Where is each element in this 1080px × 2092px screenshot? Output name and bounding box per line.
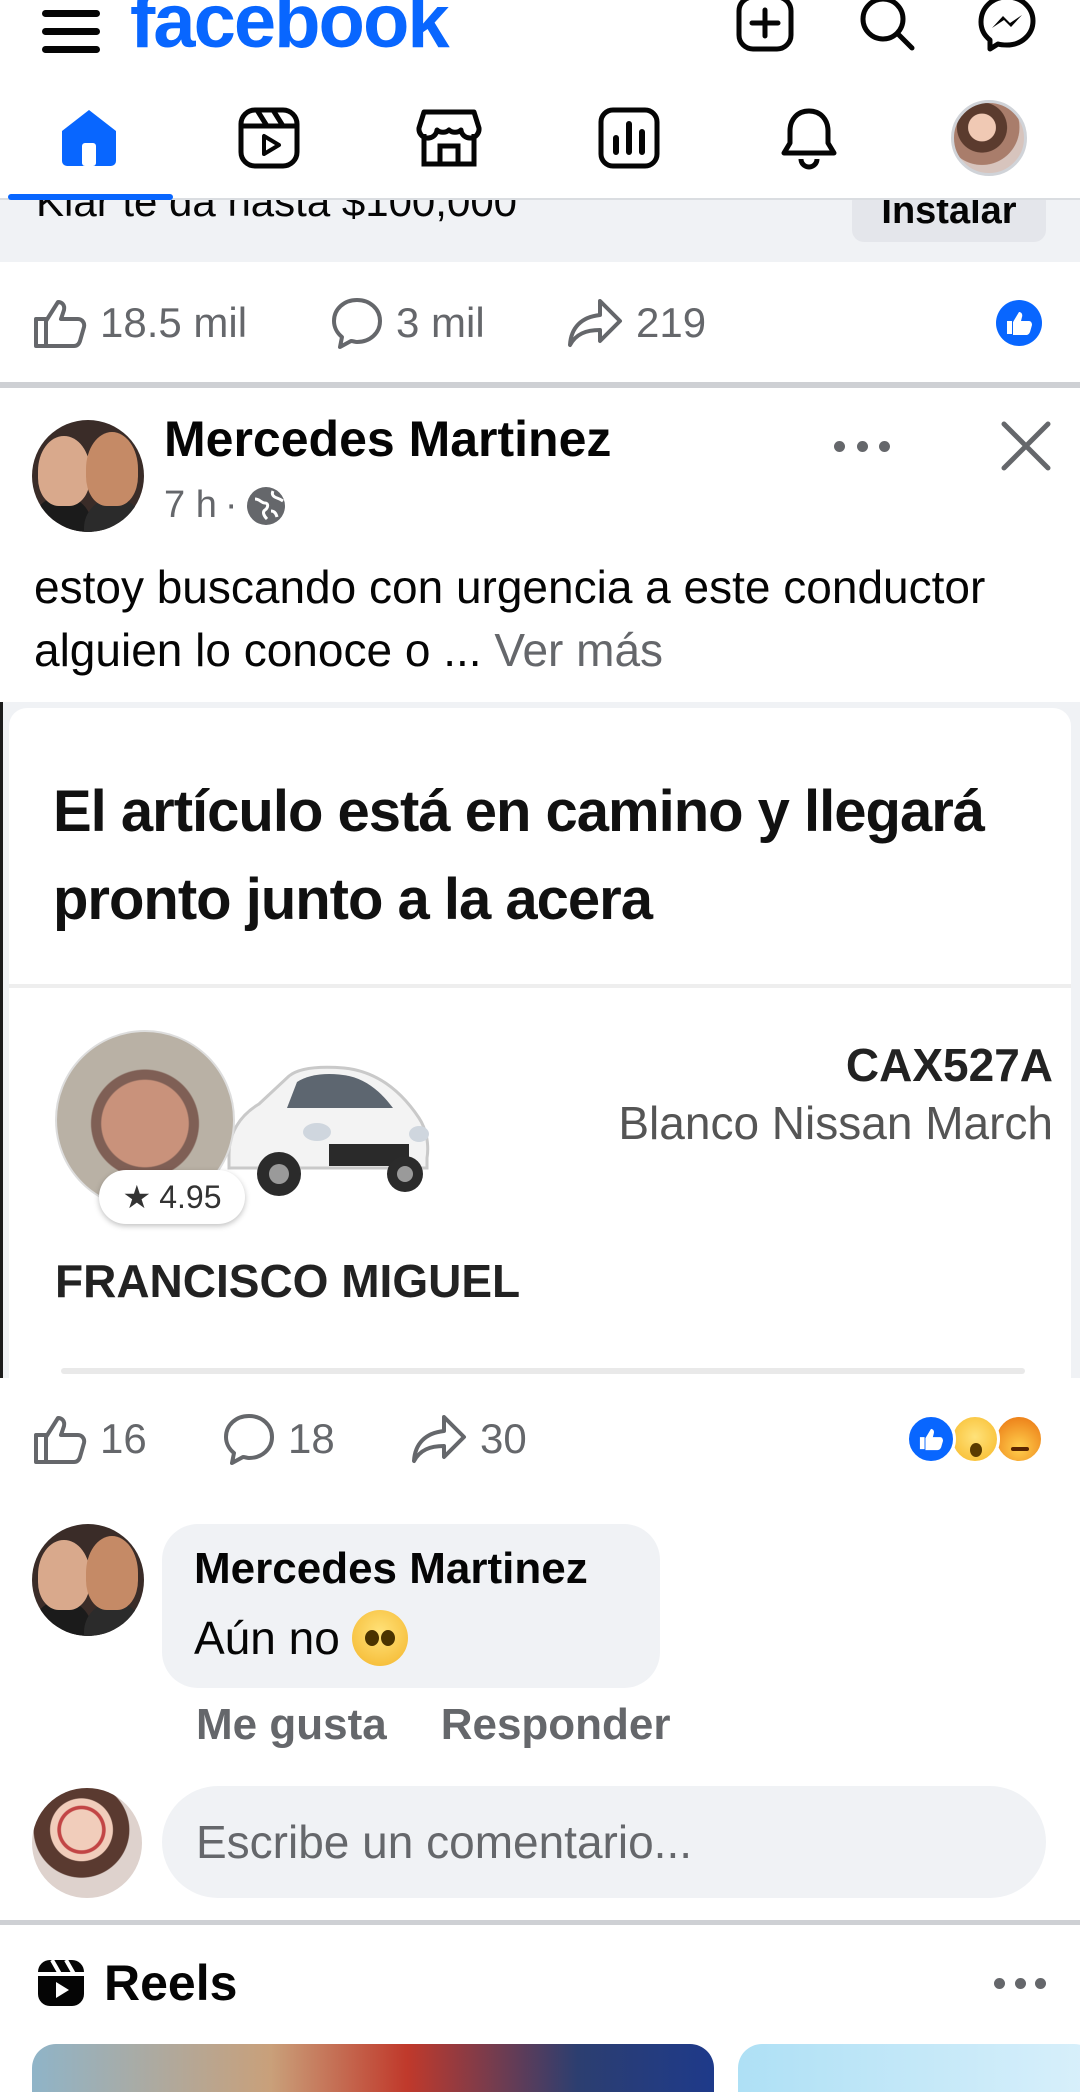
reels-icon (38, 1959, 84, 2006)
post-time[interactable]: 7 h (164, 484, 217, 527)
tab-home[interactable] (44, 98, 134, 178)
share-count: 30 (480, 1415, 527, 1462)
comment-reply-button[interactable]: Responder (441, 1700, 671, 1749)
sponsored-footer: Klar te da hasta $100,000 Instalar (0, 200, 1080, 262)
license-plate: CAX527A (845, 1039, 1053, 1091)
prev-post-actions: 18.5 mil 3 mil 219 (0, 278, 1080, 368)
thumbs-up-icon (34, 300, 87, 348)
reel-thumbnail[interactable] (738, 2044, 1080, 2092)
card-bottom-line (61, 1368, 1025, 1374)
close-icon[interactable] (998, 418, 1054, 474)
tab-profile[interactable] (944, 98, 1034, 178)
bell-icon (781, 108, 837, 170)
dashboard-icon (598, 107, 660, 169)
comment-count: 18 (288, 1415, 335, 1462)
ride-status-title: El artículo está en camino y llegará pro… (53, 779, 985, 932)
comment-icon (224, 1414, 274, 1465)
comment-bubble[interactable]: Mercedes Martinez Aún no (162, 1524, 660, 1688)
like-reaction-icon (906, 1414, 956, 1464)
reels-icon (238, 107, 300, 169)
ad-headline: Klar te da hasta $100,000 (36, 200, 518, 225)
post-author-name[interactable]: Mercedes Martinez (164, 410, 611, 468)
tab-notifications[interactable] (764, 98, 854, 178)
share-icon (568, 299, 622, 347)
rating-value: 4.95 (159, 1178, 222, 1215)
like-count: 18.5 mil (100, 299, 248, 346)
wow-reaction-icon (950, 1414, 1000, 1464)
post-text: estoy buscando con urgencia a este condu… (34, 556, 1054, 682)
share-icon (412, 1415, 466, 1463)
star-icon: ★ (122, 1179, 152, 1215)
car-image (227, 1065, 430, 1196)
comment-button[interactable]: 3 mil (330, 278, 485, 368)
reels-title: Reels (104, 1955, 238, 2011)
like-button[interactable]: 16 (32, 1394, 147, 1484)
like-button[interactable]: 18.5 mil (32, 278, 247, 368)
like-reaction-icon (996, 300, 1042, 346)
feed-divider (0, 382, 1080, 388)
home-icon (62, 110, 116, 166)
post-meta: 7 h · (164, 484, 287, 527)
search-icon[interactable] (856, 0, 918, 54)
install-button[interactable]: Instalar (852, 200, 1046, 242)
store-icon (416, 109, 482, 167)
card-divider (9, 984, 1071, 988)
menu-icon[interactable] (42, 10, 100, 53)
nav-bar (0, 90, 1080, 200)
feed-divider (0, 1920, 1080, 1925)
like-count: 16 (100, 1415, 147, 1462)
reel-thumbnail[interactable] (32, 2044, 714, 2092)
comment-text: Aún no (194, 1610, 408, 1666)
messenger-icon[interactable] (976, 0, 1038, 54)
see-more-link[interactable]: Ver más (494, 624, 663, 676)
comment-button[interactable]: 18 (222, 1394, 335, 1484)
comment-count: 3 mil (396, 299, 485, 346)
tab-reels[interactable] (224, 98, 314, 178)
post-options-icon[interactable] (834, 418, 890, 474)
thumbs-up-icon (34, 1416, 87, 1464)
profile-avatar (951, 100, 1027, 176)
meta-separator: · (224, 484, 238, 526)
share-button[interactable]: 30 (410, 1394, 527, 1484)
globe-icon (247, 486, 286, 525)
driver-name: FRANCISCO MIGUEL (55, 1255, 521, 1307)
comment-icon (332, 298, 382, 349)
comment-like-button[interactable]: Me gusta (196, 1700, 387, 1749)
commenter-avatar[interactable] (32, 1524, 144, 1636)
angry-reaction-icon (994, 1414, 1044, 1464)
reels-options-icon[interactable] (994, 1978, 1046, 1990)
reels-header: Reels (36, 1954, 237, 2012)
share-button[interactable]: 219 (566, 278, 706, 368)
comment-input[interactable] (162, 1786, 1046, 1898)
post-image[interactable]: El artículo está en camino y llegará pro… (0, 702, 1080, 1378)
reaction-summary[interactable] (906, 1414, 1056, 1466)
facebook-logo[interactable]: facebook (130, 0, 450, 65)
comment-body: Aún no (194, 1612, 340, 1664)
author-avatar[interactable] (32, 420, 144, 532)
comment-author[interactable]: Mercedes Martinez (194, 1544, 588, 1594)
car-description: Blanco Nissan March (618, 1097, 1053, 1149)
create-post-icon[interactable] (734, 0, 796, 54)
my-avatar (32, 1788, 142, 1898)
comment-actions: Me gusta Responder (196, 1700, 725, 1750)
tab-dashboard[interactable] (584, 98, 674, 178)
holding-back-tears-emoji-icon (351, 1610, 408, 1666)
tab-marketplace[interactable] (404, 98, 494, 178)
driver-rating: ★ 4.95 (99, 1170, 245, 1224)
share-count: 219 (636, 299, 707, 346)
ride-card: El artículo está en camino y llegará pro… (9, 708, 1071, 1378)
top-bar: facebook (0, 0, 1080, 64)
